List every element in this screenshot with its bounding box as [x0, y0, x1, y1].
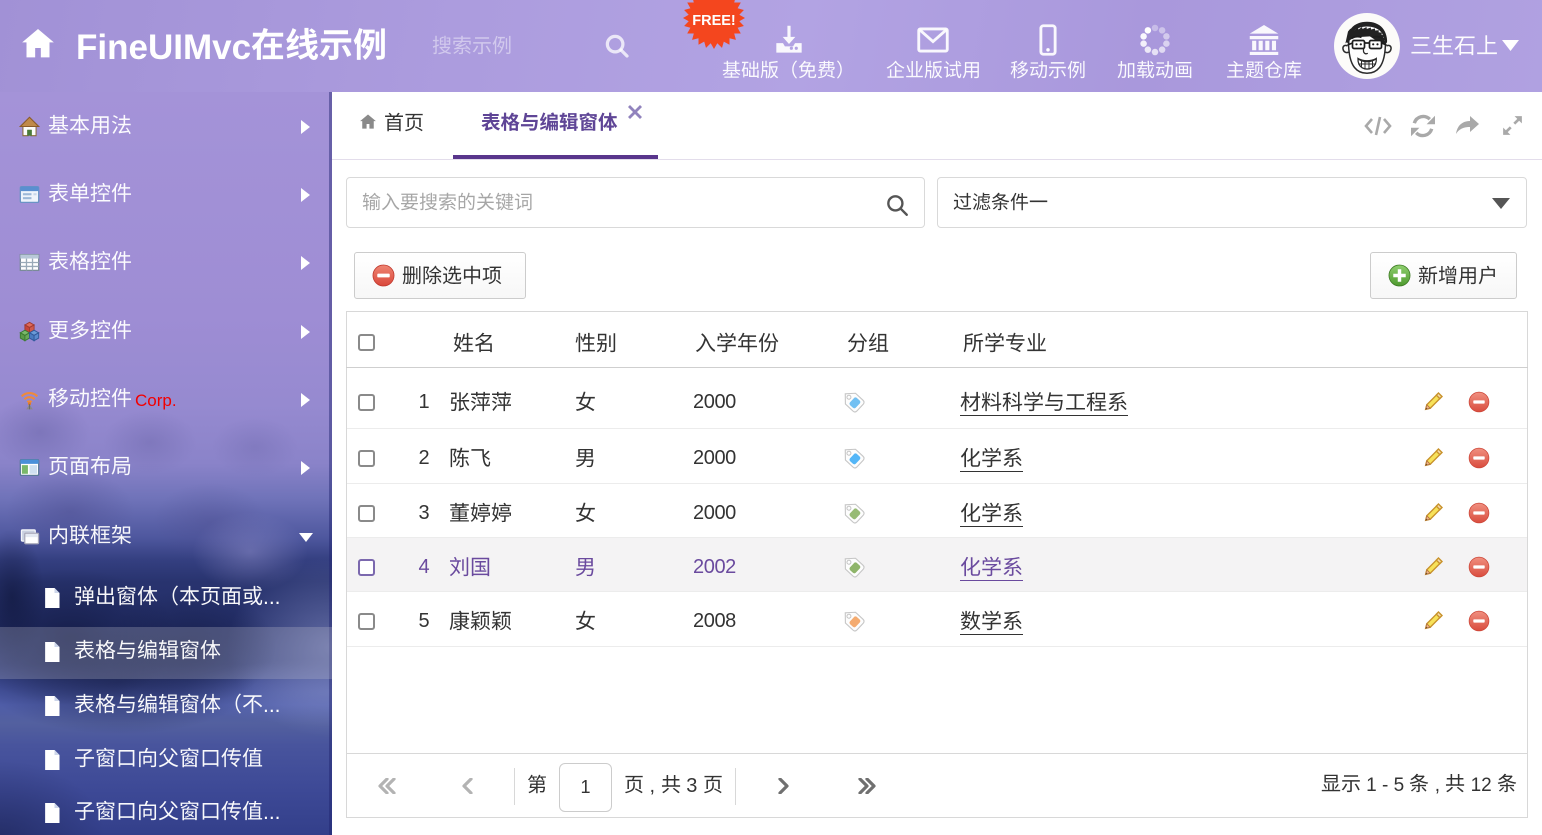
svg-text:FREE!: FREE!: [692, 13, 736, 29]
